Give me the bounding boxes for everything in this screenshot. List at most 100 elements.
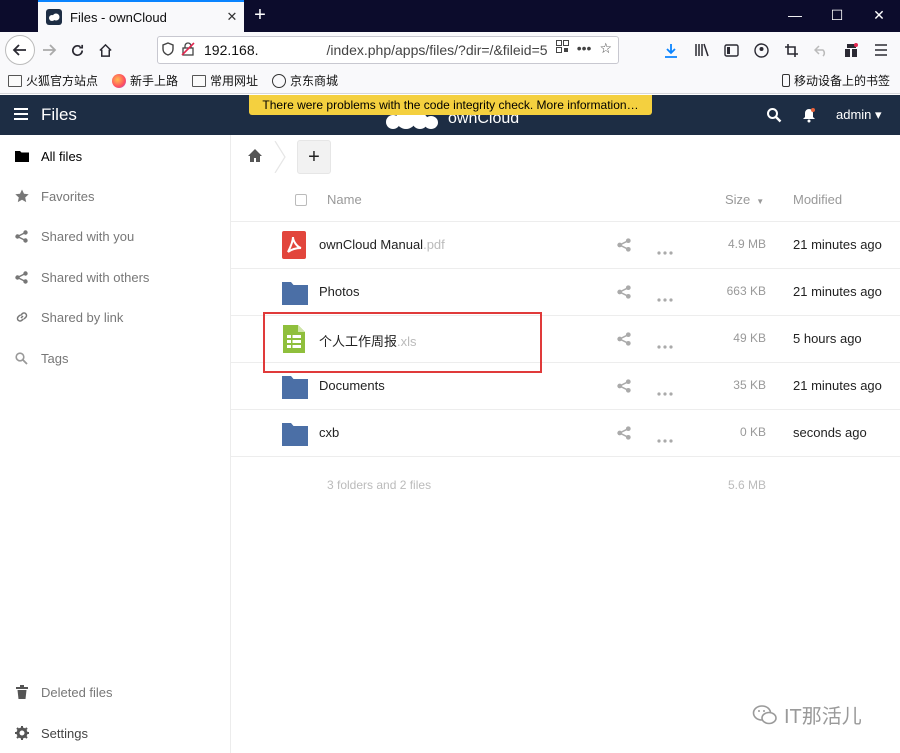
file-list-container: + Name Size ▼ Modified ownCloud Manual.pd…	[231, 135, 900, 753]
sort-down-icon: ▼	[756, 197, 765, 206]
file-modified: 21 minutes ago	[793, 237, 882, 252]
share-icon[interactable]	[617, 426, 631, 440]
bookmark-item[interactable]: 新手上路	[112, 72, 178, 89]
integrity-warning-banner[interactable]: There were problems with the code integr…	[249, 95, 652, 115]
pdf-icon	[281, 230, 309, 260]
column-header-modified[interactable]: Modified	[793, 192, 842, 207]
bookmark-item[interactable]: 京东商城	[272, 72, 338, 89]
url-text[interactable]: 192.168./index.php/apps/files/?dir=/&fil…	[204, 42, 548, 58]
back-button[interactable]	[5, 35, 35, 65]
folder-icon	[14, 149, 29, 164]
file-size: 35 KB	[733, 378, 766, 392]
share-icon[interactable]	[617, 238, 631, 252]
file-modified: 5 hours ago	[793, 331, 862, 346]
file-name[interactable]: cxb	[319, 425, 339, 440]
new-file-button[interactable]: +	[297, 140, 331, 174]
close-window-button[interactable]: ✕	[860, 0, 898, 32]
firefox-icon	[112, 73, 127, 88]
share-icon[interactable]	[617, 332, 631, 346]
trash-icon	[14, 685, 29, 700]
insecure-lock-icon[interactable]	[178, 41, 198, 59]
wechat-icon	[752, 704, 778, 726]
sidebar-item-shared-by-link[interactable]: Shared by link	[0, 297, 230, 337]
breadcrumb: +	[231, 135, 900, 179]
column-header-size[interactable]: Size ▼	[725, 192, 764, 207]
bookmark-item[interactable]: 常用网址	[192, 72, 258, 89]
more-actions-icon[interactable]	[657, 290, 673, 302]
file-summary: 3 folders and 2 files 5.6 MB	[231, 465, 900, 505]
search-icon[interactable]	[766, 107, 782, 123]
select-all-checkbox[interactable]	[295, 194, 307, 206]
mobile-bookmarks[interactable]: 移动设备上的书签	[781, 72, 890, 89]
sidebar-item-shared-with-you[interactable]: Shared with you	[0, 216, 230, 256]
home-icon[interactable]	[247, 148, 263, 164]
globe-icon	[272, 73, 287, 88]
more-actions-icon[interactable]	[657, 384, 673, 396]
folder-icon	[192, 74, 207, 87]
more-actions-icon[interactable]	[657, 431, 673, 443]
account-icon[interactable]	[748, 36, 774, 64]
minimize-button[interactable]: —	[776, 0, 814, 32]
undo-icon[interactable]	[808, 36, 834, 64]
screenshot-icon[interactable]	[778, 36, 804, 64]
menu-icon[interactable]	[868, 36, 894, 64]
url-bar[interactable]: 192.168./index.php/apps/files/?dir=/&fil…	[157, 36, 619, 64]
file-row[interactable]: ownCloud Manual.pdf 4.9 MB 21 minutes ag…	[231, 222, 900, 269]
sidebar-item-favorites[interactable]: Favorites	[0, 176, 230, 216]
sidebar-item-tags[interactable]: Tags	[0, 338, 230, 378]
hamburger-menu-icon[interactable]	[14, 108, 28, 120]
sidebar-icon[interactable]	[718, 36, 744, 64]
user-menu[interactable]: admin ▾	[836, 107, 882, 123]
app-title[interactable]: Files	[41, 105, 77, 125]
arrow-right-icon	[43, 44, 57, 56]
notifications-bell-icon[interactable]	[801, 107, 817, 123]
app-header: Files ownCloud There were problems with …	[0, 95, 900, 135]
bookmarks-toolbar: 火狐官方站点 新手上路 常用网址 京东商城 移动设备上的书签	[0, 68, 900, 94]
sidebar-item-shared-with-others[interactable]: Shared with others	[0, 257, 230, 297]
bookmark-star-icon[interactable]: ☆	[599, 40, 612, 57]
extensions-icon[interactable]	[838, 36, 864, 64]
share-icon[interactable]	[617, 379, 631, 393]
file-size: 663 KB	[726, 284, 766, 298]
sidebar-item-settings[interactable]: Settings	[0, 713, 230, 753]
download-icon[interactable]	[658, 36, 684, 64]
summary-text: 3 folders and 2 files	[327, 478, 432, 492]
file-modified: 21 minutes ago	[793, 378, 882, 393]
new-tab-button[interactable]: +	[248, 4, 272, 28]
file-modified: seconds ago	[793, 425, 867, 440]
file-table-header: Name Size ▼ Modified	[231, 179, 900, 222]
forward-button[interactable]	[35, 36, 63, 64]
phone-icon	[781, 74, 790, 87]
reload-button[interactable]	[63, 36, 91, 64]
reload-icon	[71, 44, 83, 56]
summary-size: 5.6 MB	[727, 478, 766, 492]
arrow-left-icon	[12, 44, 26, 56]
browser-tab[interactable]: Files - ownCloud ✕	[38, 0, 244, 32]
maximize-button[interactable]: ☐	[818, 0, 856, 32]
folder-icon	[281, 277, 309, 307]
home-button[interactable]	[91, 36, 119, 64]
sidebar-item-deleted-files[interactable]: Deleted files	[0, 672, 230, 712]
file-name[interactable]: Photos	[319, 284, 359, 299]
file-size: 49 KB	[733, 331, 766, 345]
file-row[interactable]: cxb 0 KB seconds ago	[231, 410, 900, 457]
library-icon[interactable]	[688, 36, 714, 64]
share-icon	[14, 229, 29, 244]
file-name[interactable]: ownCloud Manual.pdf	[319, 237, 445, 252]
tab-title: Files - ownCloud	[70, 9, 167, 25]
qr-code-icon[interactable]	[555, 40, 569, 57]
close-tab-icon[interactable]: ✕	[220, 9, 244, 25]
file-row[interactable]: Photos 663 KB 21 minutes ago	[231, 269, 900, 316]
column-header-name[interactable]: Name	[327, 192, 362, 207]
sidebar-item-all-files[interactable]: All files	[0, 136, 230, 176]
more-actions-icon[interactable]	[657, 243, 673, 255]
home-icon	[98, 43, 112, 57]
watermark: IT那活儿	[752, 700, 862, 729]
bookmark-item[interactable]: 火狐官方站点	[8, 72, 98, 89]
page-actions-icon[interactable]: •••	[577, 40, 592, 57]
file-name[interactable]: Documents	[319, 378, 385, 393]
more-actions-icon[interactable]	[657, 337, 673, 349]
shield-icon[interactable]	[158, 41, 178, 59]
share-icon[interactable]	[617, 285, 631, 299]
star-icon	[14, 189, 29, 204]
